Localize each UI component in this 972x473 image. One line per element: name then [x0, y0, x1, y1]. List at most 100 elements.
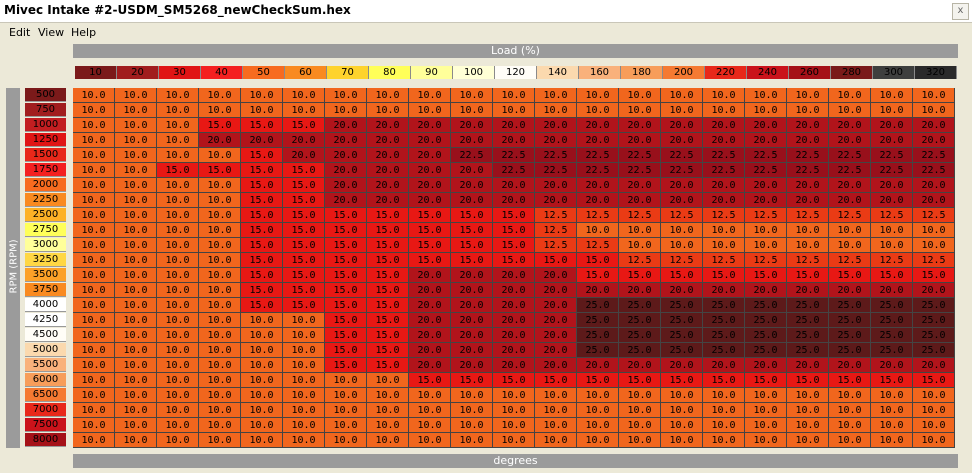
- table-cell[interactable]: 25.0: [913, 298, 955, 313]
- table-cell[interactable]: 10.0: [577, 418, 619, 433]
- table-cell[interactable]: 20.0: [493, 193, 535, 208]
- table-cell[interactable]: 15.0: [871, 373, 913, 388]
- table-cell[interactable]: 20.0: [619, 133, 661, 148]
- table-cell[interactable]: 20.0: [535, 118, 577, 133]
- table-cell[interactable]: 15.0: [241, 268, 283, 283]
- table-cell[interactable]: 10.0: [913, 88, 955, 103]
- table-cell[interactable]: 10.0: [115, 193, 157, 208]
- table-cell[interactable]: 20.0: [451, 328, 493, 343]
- table-cell[interactable]: 25.0: [703, 298, 745, 313]
- table-cell[interactable]: 10.0: [283, 418, 325, 433]
- table-cell[interactable]: 10.0: [241, 313, 283, 328]
- table-cell[interactable]: 20.0: [409, 298, 451, 313]
- table-cell[interactable]: 15.0: [283, 283, 325, 298]
- table-cell[interactable]: 10.0: [157, 313, 199, 328]
- table-cell[interactable]: 10.0: [577, 433, 619, 448]
- table-cell[interactable]: 10.0: [871, 223, 913, 238]
- table-cell[interactable]: 22.5: [871, 163, 913, 178]
- table-cell[interactable]: 22.5: [493, 148, 535, 163]
- table-cell[interactable]: 10.0: [199, 193, 241, 208]
- table-cell[interactable]: 25.0: [787, 313, 829, 328]
- table-cell[interactable]: 10.0: [913, 433, 955, 448]
- table-cell[interactable]: 15.0: [283, 238, 325, 253]
- table-cell[interactable]: 22.5: [535, 148, 577, 163]
- table-cell[interactable]: 10.0: [199, 403, 241, 418]
- table-cell[interactable]: 20.0: [829, 358, 871, 373]
- table-cell[interactable]: 20.0: [661, 193, 703, 208]
- table-cell[interactable]: 15.0: [703, 373, 745, 388]
- table-cell[interactable]: 15.0: [367, 358, 409, 373]
- table-cell[interactable]: 15.0: [241, 208, 283, 223]
- table-cell[interactable]: 10.0: [115, 298, 157, 313]
- table-cell[interactable]: 15.0: [367, 238, 409, 253]
- table-cell[interactable]: 25.0: [703, 313, 745, 328]
- table-cell[interactable]: 10.0: [241, 88, 283, 103]
- table-cell[interactable]: 15.0: [409, 208, 451, 223]
- table-cell[interactable]: 10.0: [115, 373, 157, 388]
- table-cell[interactable]: 20.0: [493, 268, 535, 283]
- table-cell[interactable]: 20.0: [283, 148, 325, 163]
- table-cell[interactable]: 10.0: [73, 88, 115, 103]
- table-cell[interactable]: 10.0: [871, 403, 913, 418]
- table-cell[interactable]: 10.0: [703, 238, 745, 253]
- table-cell[interactable]: 10.0: [115, 178, 157, 193]
- table-cell[interactable]: 10.0: [241, 328, 283, 343]
- table-cell[interactable]: 10.0: [73, 268, 115, 283]
- table-cell[interactable]: 10.0: [367, 103, 409, 118]
- table-cell[interactable]: 22.5: [787, 148, 829, 163]
- table-cell[interactable]: 10.0: [115, 208, 157, 223]
- table-cell[interactable]: 10.0: [157, 298, 199, 313]
- table-cell[interactable]: 20.0: [913, 118, 955, 133]
- table-cell[interactable]: 25.0: [745, 343, 787, 358]
- table-cell[interactable]: 10.0: [745, 103, 787, 118]
- table-cell[interactable]: 15.0: [829, 268, 871, 283]
- table-cell[interactable]: 15.0: [367, 343, 409, 358]
- table-cell[interactable]: 10.0: [73, 148, 115, 163]
- table-cell[interactable]: 10.0: [199, 268, 241, 283]
- table-cell[interactable]: 25.0: [787, 343, 829, 358]
- table-cell[interactable]: 20.0: [703, 283, 745, 298]
- table-cell[interactable]: 10.0: [199, 313, 241, 328]
- table-cell[interactable]: 20.0: [493, 283, 535, 298]
- table-cell[interactable]: 10.0: [451, 388, 493, 403]
- table-cell[interactable]: 10.0: [73, 208, 115, 223]
- table-cell[interactable]: 10.0: [913, 223, 955, 238]
- table-cell[interactable]: 25.0: [577, 313, 619, 328]
- table-cell[interactable]: 10.0: [325, 418, 367, 433]
- table-cell[interactable]: 20.0: [913, 283, 955, 298]
- table-cell[interactable]: 10.0: [829, 433, 871, 448]
- table-cell[interactable]: 10.0: [703, 103, 745, 118]
- table-cell[interactable]: 15.0: [451, 253, 493, 268]
- table-cell[interactable]: 25.0: [871, 313, 913, 328]
- table-cell[interactable]: 20.0: [493, 358, 535, 373]
- table-cell[interactable]: 20.0: [367, 178, 409, 193]
- table-cell[interactable]: 20.0: [451, 268, 493, 283]
- table-cell[interactable]: 12.5: [577, 208, 619, 223]
- table-cell[interactable]: 10.0: [745, 223, 787, 238]
- table-cell[interactable]: 25.0: [829, 313, 871, 328]
- table-cell[interactable]: 15.0: [913, 268, 955, 283]
- table-cell[interactable]: 22.5: [619, 163, 661, 178]
- table-cell[interactable]: 15.0: [745, 268, 787, 283]
- table-cell[interactable]: 10.0: [199, 298, 241, 313]
- table-cell[interactable]: 15.0: [283, 118, 325, 133]
- table-cell[interactable]: 10.0: [535, 103, 577, 118]
- table-cell[interactable]: 15.0: [283, 298, 325, 313]
- table-cell[interactable]: 20.0: [535, 358, 577, 373]
- table-cell[interactable]: 20.0: [451, 343, 493, 358]
- table-cell[interactable]: 10.0: [661, 403, 703, 418]
- table-cell[interactable]: 10.0: [493, 388, 535, 403]
- table-cell[interactable]: 10.0: [787, 433, 829, 448]
- table-cell[interactable]: 10.0: [73, 223, 115, 238]
- table-cell[interactable]: 20.0: [577, 193, 619, 208]
- table-cell[interactable]: 10.0: [283, 373, 325, 388]
- table-cell[interactable]: 10.0: [829, 223, 871, 238]
- table-cell[interactable]: 10.0: [241, 358, 283, 373]
- table-cell[interactable]: 20.0: [451, 178, 493, 193]
- table-cell[interactable]: 10.0: [115, 118, 157, 133]
- table-cell[interactable]: 20.0: [493, 343, 535, 358]
- table-cell[interactable]: 12.5: [913, 253, 955, 268]
- table-cell[interactable]: 10.0: [199, 328, 241, 343]
- table-cell[interactable]: 10.0: [325, 373, 367, 388]
- table-cell[interactable]: 10.0: [451, 88, 493, 103]
